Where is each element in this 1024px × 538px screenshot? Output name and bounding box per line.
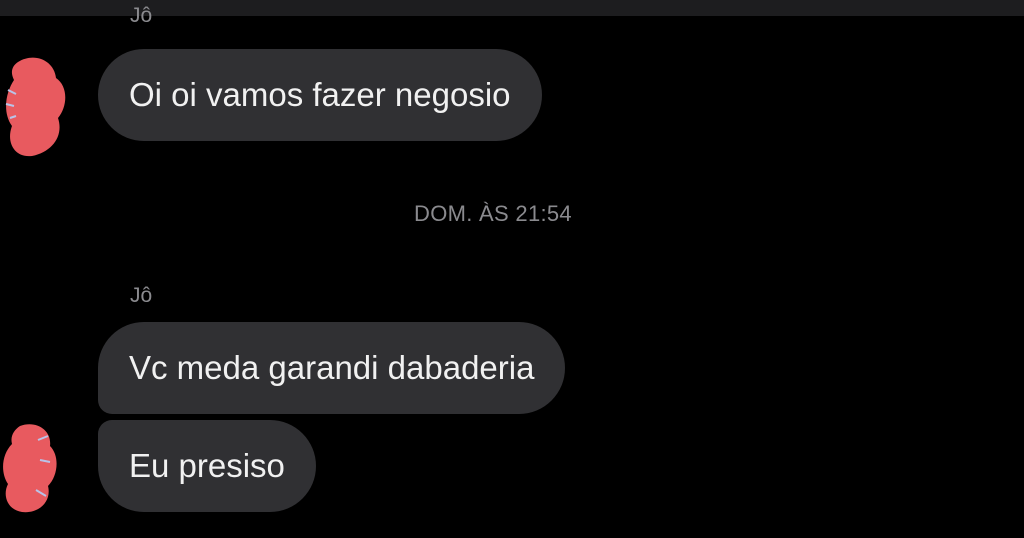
message-timestamp: DOM. ÀS 21:54	[414, 201, 572, 226]
sender-name: Jô	[130, 284, 153, 307]
message-bubble[interactable]: Eu presiso	[98, 420, 316, 512]
sender-name: Jô	[130, 4, 153, 27]
redacted-avatar-icon[interactable]	[0, 52, 68, 160]
message-text: Eu presiso	[129, 447, 285, 484]
message-bubble[interactable]: Oi oi vamos fazer negosio	[98, 49, 542, 141]
top-bar	[0, 0, 1024, 16]
redacted-avatar-icon[interactable]	[0, 420, 68, 516]
message-bubble[interactable]: Vc meda garandi dabaderia	[98, 322, 566, 414]
message-text: Oi oi vamos fazer negosio	[129, 76, 511, 113]
message-text: Vc meda garandi dabaderia	[129, 349, 535, 386]
